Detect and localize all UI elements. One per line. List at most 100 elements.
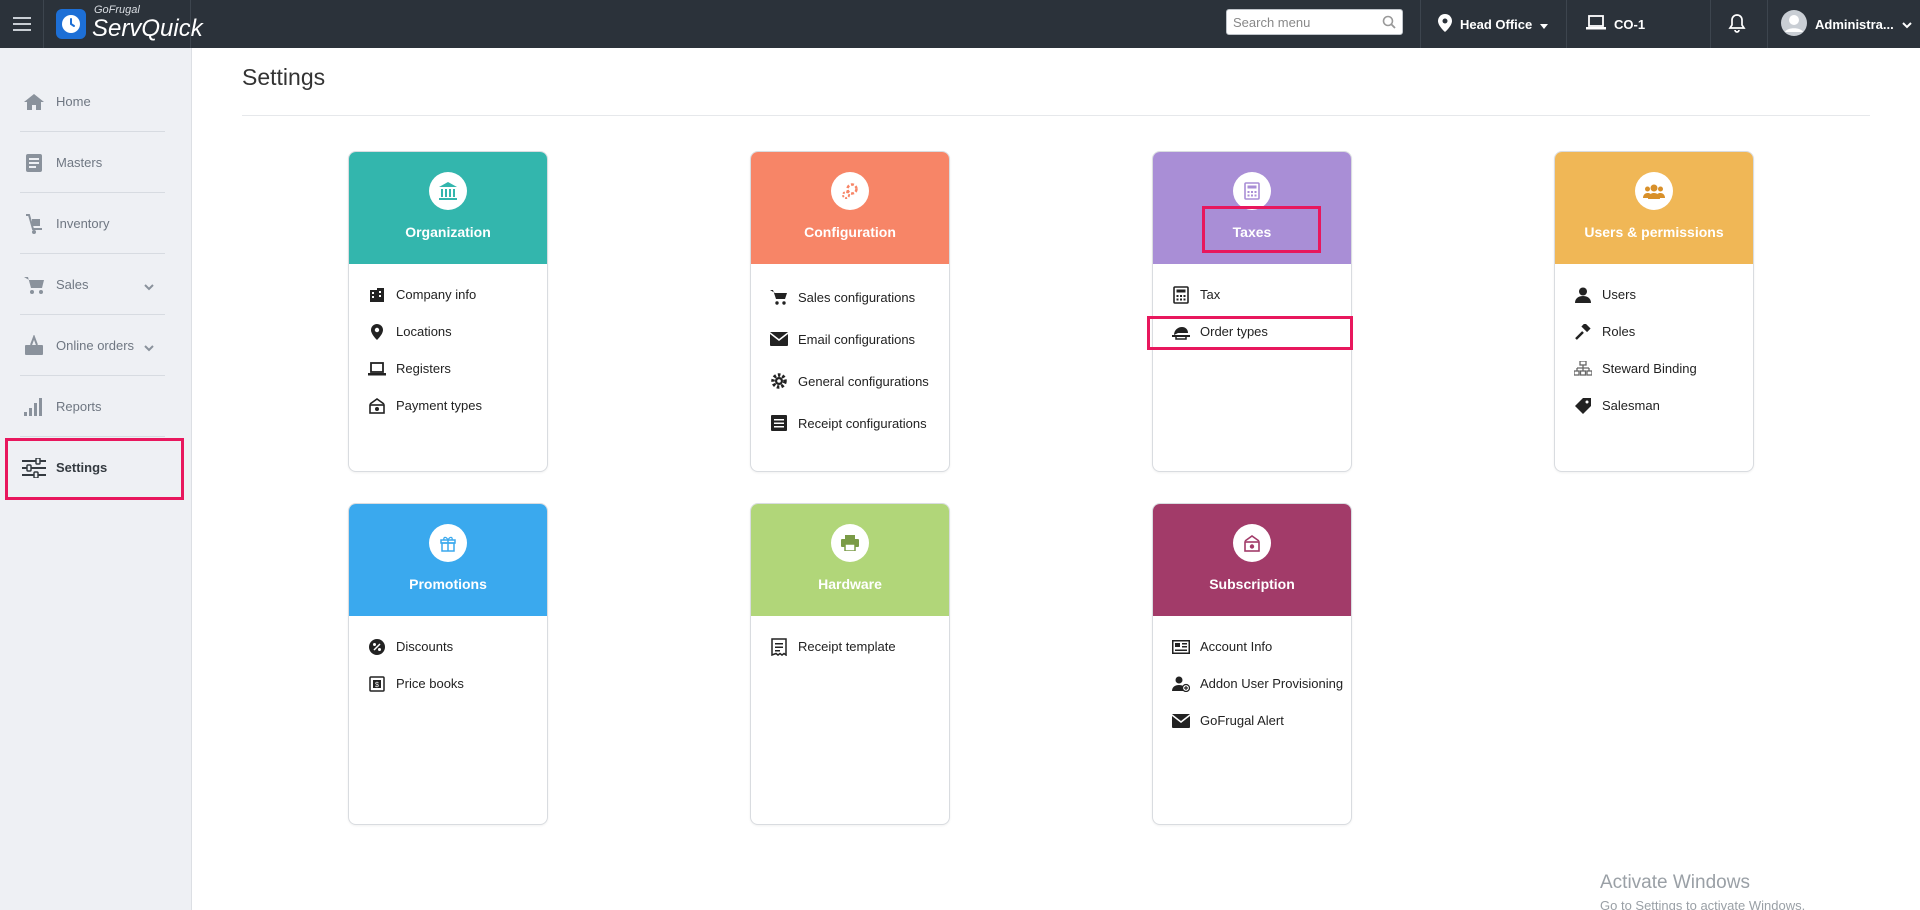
- link-label: General configurations: [798, 373, 929, 389]
- card-header[interactable]: Hardware: [751, 504, 949, 616]
- link-company-info[interactable]: Company info: [349, 276, 547, 313]
- link-receipt-configurations[interactable]: Receipt configurations: [751, 402, 949, 444]
- highlight-order-types: [1147, 316, 1353, 350]
- highlight-taxes-title: [1202, 206, 1321, 253]
- card-header[interactable]: Subscription: [1153, 504, 1351, 616]
- link-general-configurations[interactable]: General configurations: [751, 360, 949, 402]
- link-label: Receipt configurations: [798, 415, 927, 431]
- calculator-icon: [1172, 285, 1190, 304]
- list-icon: [770, 414, 788, 432]
- link-label: Discounts: [396, 639, 454, 654]
- sidebar-item-masters[interactable]: Masters: [0, 132, 192, 193]
- link-gofrugal-alert[interactable]: GoFrugal Alert: [1153, 702, 1351, 739]
- map-pin-icon: [1438, 13, 1452, 35]
- search-input[interactable]: [1227, 11, 1377, 33]
- search-icon[interactable]: [1382, 15, 1396, 34]
- tag-icon: [1574, 397, 1592, 415]
- bell-icon: [1728, 13, 1746, 36]
- card-hardware: Hardware Receipt template: [750, 503, 950, 825]
- windows-activation-watermark: Activate Windows Go to Settings to activ…: [1600, 872, 1805, 910]
- account-card-icon: [1172, 638, 1190, 656]
- bank-icon: [429, 172, 467, 210]
- user-icon: [1574, 286, 1592, 304]
- receipt-icon: [770, 637, 788, 656]
- card-title: Organization: [405, 224, 491, 240]
- sitemap-icon: [1574, 360, 1592, 378]
- link-tax[interactable]: Tax: [1153, 276, 1351, 313]
- sidebar-item-inventory[interactable]: Inventory: [0, 193, 192, 254]
- online-orders-icon: [22, 334, 46, 358]
- link-payment-types[interactable]: Payment types: [349, 387, 547, 424]
- link-price-books[interactable]: $ Price books: [349, 665, 547, 702]
- card-header[interactable]: Configuration: [751, 152, 949, 264]
- link-label: Price books: [396, 676, 464, 691]
- subscription-icon: [1233, 524, 1271, 562]
- sidebar-item-home[interactable]: Home: [0, 71, 192, 132]
- chevron-down-icon: [1902, 17, 1912, 32]
- card-header[interactable]: Promotions: [349, 504, 547, 616]
- link-salesman[interactable]: Salesman: [1555, 387, 1753, 424]
- link-account-info[interactable]: Account Info: [1153, 628, 1351, 665]
- app-logo[interactable]: GoFrugal ServQuick: [56, 5, 203, 42]
- top-bar: GoFrugal ServQuick Head Office CO-1: [0, 0, 1920, 48]
- link-receipt-template[interactable]: Receipt template: [751, 628, 949, 665]
- link-label: Users: [1602, 287, 1636, 302]
- envelope-icon: [770, 330, 788, 348]
- link-label: Addon User Provisioning: [1200, 676, 1344, 691]
- highlight-settings: [5, 438, 184, 500]
- page-title: Settings: [242, 64, 326, 90]
- building-icon: [368, 286, 386, 304]
- link-label: Receipt template: [798, 639, 896, 654]
- link-label: Registers: [396, 361, 451, 376]
- gavel-icon: [1574, 323, 1592, 341]
- envelope-icon: [1172, 712, 1190, 730]
- link-label: GoFrugal Alert: [1200, 713, 1284, 728]
- link-sales-configurations[interactable]: Sales configurations: [751, 276, 949, 318]
- card-title: Hardware: [818, 576, 882, 592]
- watermark-line2: Go to Settings to activate Windows.: [1600, 898, 1806, 910]
- link-email-configurations[interactable]: Email configurations: [751, 318, 949, 360]
- map-pin-icon: [368, 323, 386, 341]
- link-locations[interactable]: Locations: [349, 313, 547, 350]
- price-book-icon: $: [368, 675, 386, 693]
- payment-icon: [368, 397, 386, 415]
- avatar-icon: [1781, 9, 1807, 39]
- masters-icon: [22, 151, 46, 175]
- card-header[interactable]: Users & permissions: [1555, 152, 1753, 264]
- cart-icon: [770, 288, 788, 306]
- sidebar-item-reports[interactable]: Reports: [0, 376, 192, 437]
- link-label: Email configurations: [798, 331, 916, 347]
- sidebar-item-sales[interactable]: Sales: [0, 254, 192, 315]
- link-label: Account Info: [1200, 639, 1273, 654]
- user-name: Administra...: [1815, 16, 1894, 32]
- card-header[interactable]: Organization: [349, 152, 547, 264]
- notifications-bell[interactable]: [1728, 0, 1746, 48]
- clock-logo-icon: [56, 9, 86, 39]
- printer-icon: [831, 524, 869, 562]
- card-title: Subscription: [1209, 576, 1295, 592]
- location-selector[interactable]: Head Office: [1438, 0, 1549, 48]
- link-users[interactable]: Users: [1555, 276, 1753, 313]
- user-addon-icon: [1172, 675, 1190, 693]
- sidebar-item-online-orders[interactable]: Online orders: [0, 315, 192, 376]
- register-selector[interactable]: CO-1: [1586, 0, 1645, 48]
- cart-icon: [22, 273, 46, 297]
- link-label: Salesman: [1602, 398, 1660, 413]
- link-addon-user-provisioning[interactable]: Addon User Provisioning: [1153, 665, 1351, 702]
- link-roles[interactable]: Roles: [1555, 313, 1753, 350]
- hamburger-menu-icon[interactable]: [0, 0, 44, 48]
- link-label: Payment types: [396, 398, 482, 413]
- link-label: Steward Binding: [1602, 361, 1697, 376]
- user-menu[interactable]: Administra...: [1781, 0, 1912, 48]
- reports-icon: [22, 395, 46, 419]
- chevron-down-icon: [144, 278, 154, 296]
- link-steward-binding[interactable]: Steward Binding: [1555, 350, 1753, 387]
- link-discounts[interactable]: Discounts: [349, 628, 547, 665]
- gear-icon: [770, 372, 788, 390]
- search-menu-box: [1226, 9, 1403, 35]
- calculator-icon: [1233, 172, 1271, 210]
- svg-text:$: $: [375, 682, 379, 689]
- sidebar-item-label: Reports: [56, 399, 102, 414]
- card-title: Promotions: [409, 576, 487, 592]
- link-registers[interactable]: Registers: [349, 350, 547, 387]
